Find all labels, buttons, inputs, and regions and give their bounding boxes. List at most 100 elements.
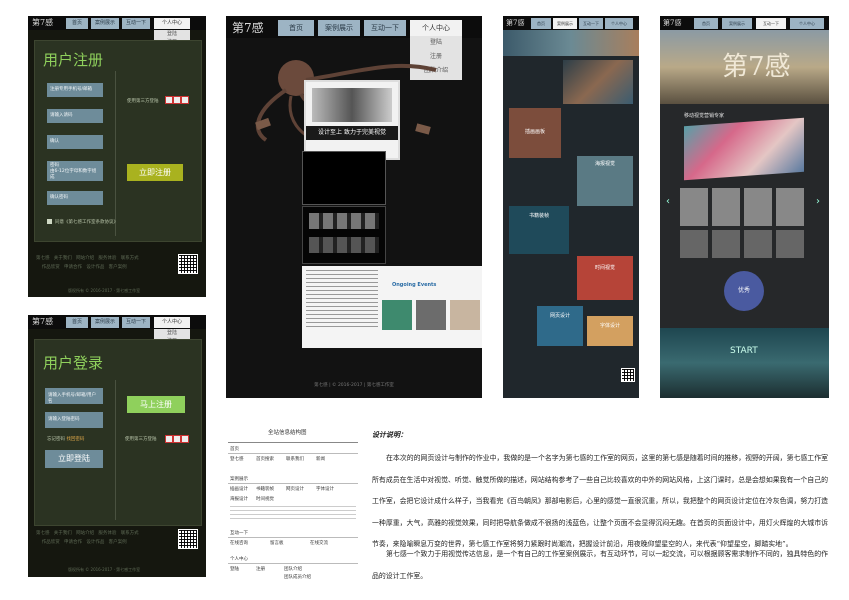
tab-personal[interactable]: 个人中心: [154, 317, 190, 328]
case-card[interactable]: 时间视觉: [577, 256, 633, 300]
footer-link[interactable]: 服务体验: [98, 531, 116, 536]
logo: 第7感: [32, 317, 54, 326]
footer-link[interactable]: 申请合作: [64, 540, 82, 545]
login-page: 第7感 首页 案例展示 互动一下 个人中心 登陆 注册 团队介绍 用户登录 请输…: [28, 315, 206, 577]
case-label: 插画画板: [524, 129, 545, 135]
tab-personal[interactable]: 个人中心: [410, 20, 462, 36]
tab-personal[interactable]: 个人中心: [790, 18, 824, 29]
section-heading: 移动视觉营销专家: [684, 113, 725, 119]
nav-bar: 第7感 首页 案例展示 互动一下 个人中心: [503, 16, 639, 30]
interact-page: 第7感 首页 案例展示 互动一下 个人中心 第7感 移动视觉营销专家 ‹ › 优…: [660, 16, 829, 398]
sitemap-rule: [228, 453, 358, 454]
sitemap-item: 留言板: [270, 541, 284, 546]
password-field[interactable]: 密码 由6-12位字母和数字组成: [47, 161, 103, 181]
tab-interact[interactable]: 互动一下: [122, 18, 150, 29]
footer-link[interactable]: 第七感: [36, 256, 50, 261]
case-label: 海报视觉: [594, 161, 615, 167]
weibo-icon[interactable]: [173, 435, 181, 443]
wechat-icon[interactable]: [181, 96, 189, 104]
footer-link[interactable]: 申请合作: [64, 265, 82, 270]
carousel-next-icon[interactable]: ›: [816, 196, 820, 207]
news-image-2: [416, 300, 446, 330]
forgot-label: 忘记密码 找回密码: [47, 436, 84, 442]
case-card[interactable]: 海报视觉: [577, 156, 633, 206]
start-button[interactable]: START: [730, 346, 758, 356]
tab-home[interactable]: 首页: [66, 18, 88, 29]
top-nav: 第7感 首页 案例展示 互动一下 个人中心: [28, 315, 206, 329]
city-banner: 第7感: [660, 30, 829, 104]
tab-interact[interactable]: 互动一下: [364, 20, 406, 36]
tab-personal[interactable]: 个人中心: [154, 18, 190, 29]
footer-link[interactable]: 设计作品: [86, 540, 104, 545]
tab-interact[interactable]: 互动一下: [579, 18, 603, 29]
login-form: 用户登录 请输入手机号/邮箱/用户名 请输入登陆密码 忘记密码 找回密码 立即登…: [34, 339, 202, 526]
code-field[interactable]: 请输入请码: [47, 109, 103, 123]
qq-icon[interactable]: [165, 96, 173, 104]
info-box: [302, 151, 386, 205]
password-field[interactable]: 请输入登陆密码: [45, 412, 103, 428]
nav-bar: 第7感 首页 案例展示 互动一下 个人中心: [660, 16, 829, 30]
register-page: 第7感 首页 案例展示 互动一下 个人中心 登陆 注册 团队介绍 用户注册 注册…: [28, 16, 206, 297]
tab-cases[interactable]: 案例展示: [91, 18, 119, 29]
badge-label: 优秀: [737, 287, 750, 294]
hero-card: 设计至上 致力于完美视觉: [304, 80, 400, 160]
logo: 第7感: [506, 19, 525, 27]
page-title: 用户注册: [43, 51, 104, 69]
wechat-icon[interactable]: [181, 435, 189, 443]
carousel-prev-icon[interactable]: ‹: [666, 196, 670, 207]
team-gallery: [302, 206, 386, 264]
forgot-prefix: 忘记密码: [47, 437, 65, 442]
tab-home[interactable]: 首页: [694, 18, 718, 29]
section-personal: 个人中心: [230, 557, 248, 562]
tab-cases[interactable]: 案例展示: [553, 18, 577, 29]
tab-cases[interactable]: 案例展示: [722, 18, 752, 29]
phone-email-field[interactable]: 注册专用手机号/邮箱: [47, 83, 103, 97]
username-field[interactable]: 请输入手机号/邮箱/用户名: [45, 388, 103, 404]
footer-link[interactable]: 联系方式: [121, 256, 139, 261]
case-card[interactable]: 网页设计: [537, 306, 583, 346]
sitemap-rule: [228, 483, 358, 484]
footer-links: 第七感 关于我们 网站介绍 服务体验 联系方式 作品欣赏 申请合作 设计作品 客…: [36, 254, 176, 272]
tab-cases[interactable]: 案例展示: [91, 317, 119, 328]
qq-icon[interactable]: [165, 435, 173, 443]
tab-home[interactable]: 首页: [66, 317, 88, 328]
confirm-field[interactable]: 确认: [47, 135, 103, 149]
footer-link[interactable]: 第七感: [36, 531, 50, 536]
logo: 第7感: [663, 19, 682, 27]
case-card[interactable]: 插画画板: [509, 108, 561, 158]
footer-link[interactable]: 设计作品: [86, 265, 104, 270]
sitemap-item: 插画设计: [230, 487, 248, 492]
footer-link[interactable]: 作品欣赏: [42, 265, 60, 270]
footer-link[interactable]: 关于我们: [54, 256, 72, 261]
tab-personal[interactable]: 个人中心: [605, 18, 633, 29]
footer-link[interactable]: 关于我们: [54, 531, 72, 536]
news-image-1: [382, 300, 412, 330]
weibo-icon[interactable]: [173, 96, 181, 104]
tab-home[interactable]: 首页: [278, 20, 314, 36]
start-scene: START: [660, 328, 829, 398]
footer-link[interactable]: 客户案例: [109, 540, 127, 545]
forgot-link[interactable]: 找回密码: [66, 437, 84, 442]
footer-link[interactable]: 网站介绍: [76, 531, 94, 536]
confirm-password-field[interactable]: 确认密码: [47, 191, 103, 205]
news-text: [306, 270, 378, 330]
footer-link[interactable]: 作品欣赏: [42, 540, 60, 545]
case-card[interactable]: 书籍装帧: [509, 206, 569, 254]
case-card[interactable]: 字体设计: [587, 316, 633, 346]
tab-cases[interactable]: 案例展示: [318, 20, 360, 36]
menu-login[interactable]: 登陆: [154, 329, 190, 337]
description-paragraph-2: 第七感一个致力于用视觉传达信息，是一个有自己的工作室案例展示，有互动环节，可以一…: [372, 550, 828, 580]
tab-interact[interactable]: 互动一下: [122, 317, 150, 328]
tab-home[interactable]: 首页: [531, 18, 551, 29]
menu-login[interactable]: 登陆: [154, 30, 190, 38]
signup-button[interactable]: 马上注册: [127, 396, 185, 413]
agree-label: 同意《第七感工作室条款协议》: [55, 220, 118, 225]
agree-checkbox[interactable]: [47, 219, 52, 224]
footer-link[interactable]: 服务体验: [98, 256, 116, 261]
footer-link[interactable]: 网站介绍: [76, 256, 94, 261]
tab-interact[interactable]: 互动一下: [756, 18, 786, 29]
register-button[interactable]: 立即注册: [127, 164, 183, 181]
footer-link[interactable]: 联系方式: [121, 531, 139, 536]
footer-link[interactable]: 客户案例: [109, 265, 127, 270]
login-button[interactable]: 立即登陆: [45, 450, 103, 468]
